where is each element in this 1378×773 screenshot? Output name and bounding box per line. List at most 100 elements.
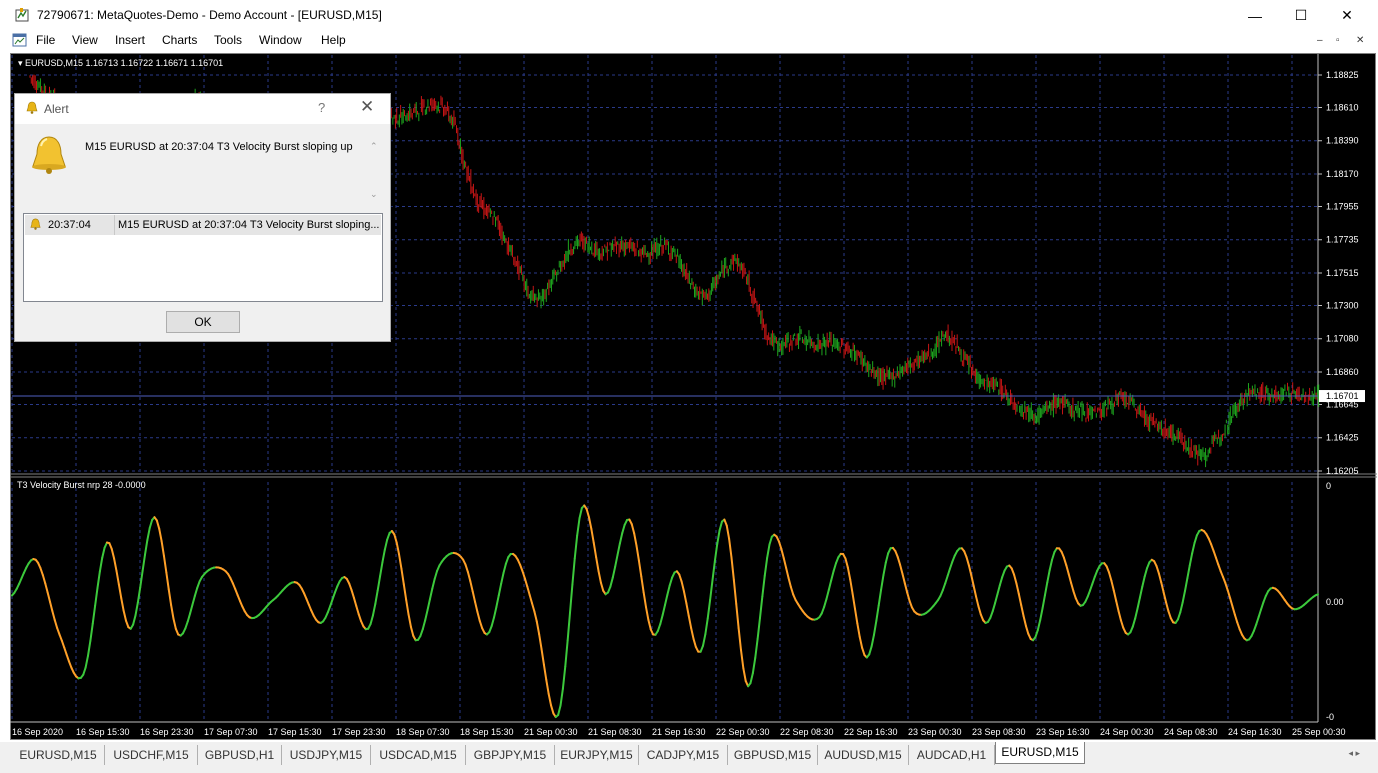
alert-titlebar[interactable]: Alert ? ✕ (15, 94, 390, 124)
indicator-segment (645, 606, 650, 621)
indicator-segment (1024, 624, 1030, 635)
indicator-segment (405, 598, 410, 616)
indicator-segment (1036, 619, 1042, 632)
indicator-segment (547, 692, 553, 707)
time-tick-label: 22 Sep 00:30 (716, 727, 770, 737)
chart-tab[interactable]: EURJPY,M15 (555, 745, 639, 765)
chart-tab[interactable]: USDCAD,M15 (371, 745, 466, 765)
alert-dialog: Alert ? ✕ M15 EURUSD at 20:37:04 T3 Velo… (14, 93, 391, 342)
indicator-segment (1022, 615, 1027, 627)
indicator-segment (122, 609, 127, 622)
indicator-segment (853, 607, 859, 625)
time-tick-label: 18 Sep 07:30 (396, 727, 450, 737)
indicator-segment (588, 516, 593, 531)
indicator-segment (191, 594, 196, 606)
chart-tab[interactable]: CADJPY,M15 (639, 745, 728, 765)
chart-tab[interactable]: AUDCAD,H1 (909, 745, 995, 765)
tab-scroll-arrows-icon[interactable]: ◂ ▸ (1348, 748, 1360, 759)
indicator-segment (39, 567, 44, 577)
symbol-ohlc-readout: EURUSD,M15 1.16713 1.16722 1.16671 1.167… (25, 58, 224, 68)
indicator-segment (609, 576, 614, 588)
chart-tab[interactable]: GBPUSD,M15 (728, 745, 818, 765)
alert-message: M15 EURUSD at 20:37:04 T3 Velocity Burst… (85, 141, 353, 153)
time-tick-label: 23 Sep 00:30 (908, 727, 962, 737)
indicator-segment (1314, 593, 1319, 597)
collapse-triangle-icon[interactable]: ▾ (18, 58, 25, 68)
indicator-segment (614, 554, 619, 568)
indicator-segment (1260, 601, 1265, 611)
indicator-segment (196, 580, 201, 589)
indicator-segment (1108, 571, 1113, 582)
indicator-segment (830, 570, 835, 582)
indicator-segment (564, 639, 569, 668)
indicator-segment (1119, 619, 1125, 629)
chart-tab[interactable]: USDJPY,M15 (282, 745, 371, 765)
indicator-segment (1231, 605, 1236, 616)
indicator-segment (1236, 621, 1241, 631)
indicator-segment (618, 532, 624, 545)
indicator-segment (742, 667, 747, 683)
indicator-segment (409, 625, 415, 637)
scroll-down-arrow-icon[interactable]: ⌄ (370, 189, 378, 200)
indicator-segment (1160, 581, 1165, 594)
time-tick-label: 24 Sep 08:30 (1164, 727, 1218, 737)
indicator-segment (134, 601, 139, 617)
chart-tab[interactable]: AUDUSD,M15 (818, 745, 909, 765)
scroll-up-arrow-icon[interactable]: ⌃ (370, 141, 378, 152)
ok-button[interactable]: OK (166, 311, 240, 333)
alert-title: Alert (44, 102, 69, 116)
indicator-segment (758, 595, 764, 619)
indicator-segment (1086, 589, 1092, 598)
indicator-segment (374, 589, 379, 605)
indicator-segment (117, 583, 123, 600)
indicator-segment (1013, 573, 1018, 585)
indicator-segment (478, 619, 484, 630)
chart-tab[interactable]: USDCHF,M15 (105, 745, 198, 765)
indicator-segment (1257, 608, 1263, 619)
indicator-segment (566, 611, 572, 642)
indicator-segment (474, 600, 479, 613)
indicator-segment (1224, 582, 1229, 592)
indicator-segment (1131, 617, 1137, 628)
indicator-segment (1191, 542, 1196, 555)
alert-close-button[interactable]: ✕ (360, 97, 374, 117)
indicator-segment (545, 678, 550, 695)
indicator-segment (1065, 564, 1070, 575)
indicator-segment (730, 556, 735, 581)
indicator-segment (1214, 556, 1220, 566)
column-divider (114, 215, 115, 235)
indicator-segment (768, 535, 773, 546)
indicator-segment (46, 591, 51, 603)
indicator-segment (967, 564, 973, 577)
indicator-segment (1046, 569, 1051, 584)
indicator-segment (167, 588, 173, 606)
chart-tab[interactable]: EURUSD,M15 (12, 745, 105, 765)
indicator-segment (1001, 569, 1006, 579)
chart-tab[interactable]: GBPJPY,M15 (466, 745, 555, 765)
indicator-segment (861, 646, 866, 657)
indicator-segment (823, 597, 828, 609)
alert-history-row[interactable]: 20:37:04 M15 EURUSD at 20:37:04 T3 Veloc… (25, 215, 381, 235)
indicator-segment (542, 663, 548, 681)
current-price-marker: 1.16701 (12, 390, 1365, 403)
chart-tab[interactable]: GBPUSD,H1 (198, 745, 282, 765)
indicator-segment (1115, 599, 1120, 613)
price-tick-label: 1.17515 (1326, 268, 1359, 278)
indicator-segment (972, 584, 978, 598)
help-button[interactable]: ? (318, 100, 325, 115)
indicator-segment (1062, 556, 1068, 567)
indicator-segment (132, 614, 137, 626)
indicator-segment (464, 563, 469, 574)
price-tick-label: 1.16860 (1326, 367, 1359, 377)
indicator-segment (870, 633, 875, 648)
indicator-segment (86, 639, 92, 657)
indicator-segment (1043, 581, 1049, 597)
chart-tab[interactable]: EURUSD,M15 (995, 742, 1085, 764)
alert-history-list[interactable]: 20:37:04 M15 EURUSD at 20:37:04 T3 Veloc… (23, 213, 383, 302)
indicator-segment (89, 622, 94, 642)
indicator-segment (148, 518, 154, 530)
indicator-segment (393, 533, 398, 544)
indicator-segment (419, 628, 424, 637)
indicator-segment (1212, 549, 1217, 559)
price-tick-label: 1.18825 (1326, 70, 1359, 80)
